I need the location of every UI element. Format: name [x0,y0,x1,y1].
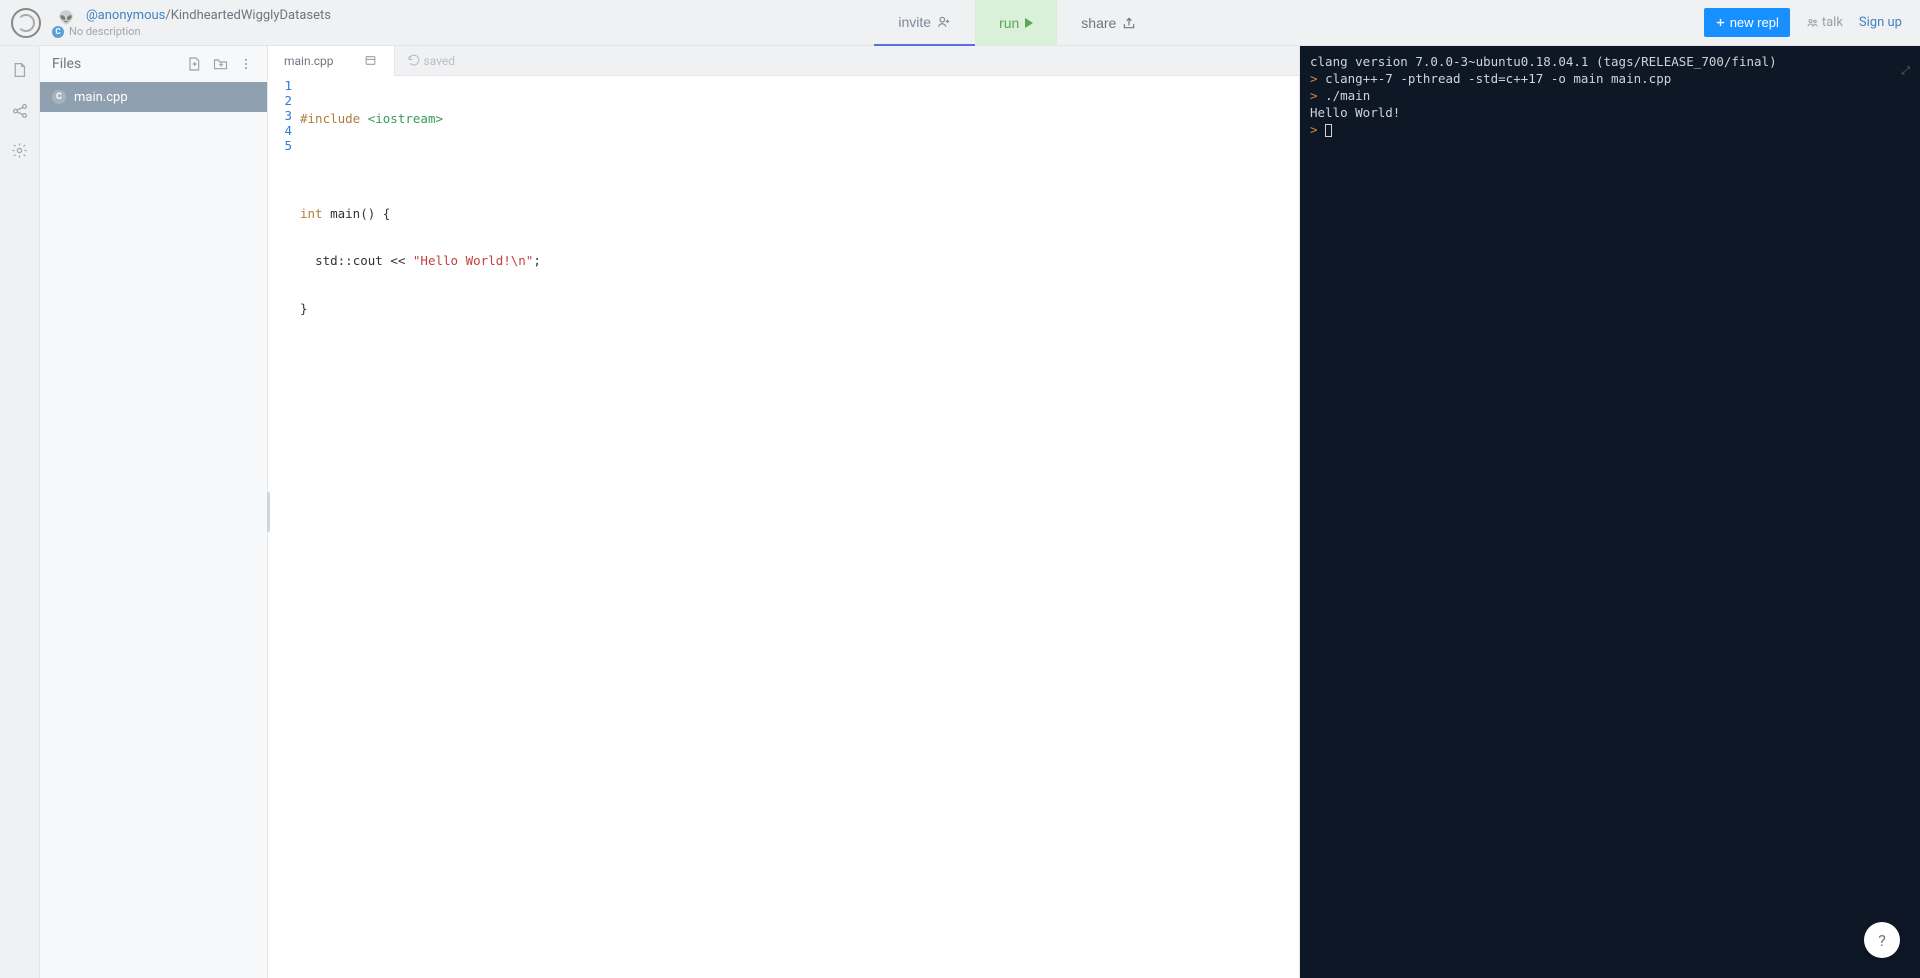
prompt-icon: > [1310,71,1325,86]
help-label: ? [1878,931,1886,950]
tab-menu-icon[interactable] [364,54,378,67]
saved-label: saved [424,54,456,68]
share-icon [1122,16,1136,30]
editor-column: main.cpp saved 1 2 3 4 5 #include <iostr… [268,46,1300,978]
logo[interactable] [0,8,52,38]
header-right: new repl talk Sign up [1704,8,1920,37]
files-title: Files [52,56,178,72]
icon-rail [0,46,40,978]
invite-label: invite [898,14,931,30]
history-icon [407,54,420,67]
new-repl-button[interactable]: new repl [1704,8,1790,37]
tab-label: main.cpp [284,54,334,68]
share-nodes-icon[interactable] [11,102,29,120]
file-item-main-cpp[interactable]: C main.cpp [40,82,267,112]
cursor [1325,124,1332,137]
new-repl-label: new repl [1730,15,1779,30]
main-area: Files C main.cpp main.cpp [0,46,1920,978]
talk-label: talk [1822,15,1843,30]
anonymous-icon [58,7,78,23]
header: @anonymous/KindheartedWigglyDatasets C N… [0,0,1920,46]
share-label: share [1081,15,1116,31]
play-icon [1025,18,1033,28]
repl-name[interactable]: KindheartedWigglyDatasets [171,8,331,23]
lang-c-icon: C [52,90,66,104]
term-line: clang++-7 -pthread -std=c++17 -o main ma… [1325,71,1671,86]
file-sidebar: Files C main.cpp [40,46,268,978]
line-gutter: 1 2 3 4 5 [268,76,300,978]
spiral-icon [11,8,41,38]
saved-indicator: saved [407,54,456,68]
talk-link[interactable]: talk [1806,15,1843,30]
expand-icon[interactable]: ⤢ [1901,64,1910,79]
share-button[interactable]: share [1057,0,1160,46]
tab-main-cpp[interactable]: main.cpp [268,46,395,76]
header-center-buttons: invite run share [874,0,1160,46]
files-header: Files [40,46,267,82]
people-icon [1806,17,1819,29]
gear-icon[interactable] [11,142,28,159]
plus-icon [1715,17,1726,28]
new-folder-icon[interactable] [210,54,231,74]
user-link[interactable]: @anonymous [86,8,165,23]
file-icon[interactable] [11,60,28,80]
repl-description: No description [69,25,141,38]
new-file-icon[interactable] [184,54,204,74]
help-button[interactable]: ? [1864,922,1900,958]
more-icon[interactable] [237,54,255,74]
invite-button[interactable]: invite [874,0,975,46]
run-label: run [999,15,1019,31]
add-user-icon [937,15,951,29]
file-item-name: main.cpp [74,90,128,105]
prompt-icon: > [1310,88,1325,103]
lang-c-icon: C [52,26,64,38]
prompt-icon: > [1310,122,1318,137]
term-line: ./main [1325,88,1370,103]
run-button[interactable]: run [975,0,1057,46]
term-line: Hello World! [1310,105,1910,122]
terminal[interactable]: ⤢ clang version 7.0.0-3~ubuntu0.18.04.1 … [1300,46,1920,978]
tab-bar: main.cpp saved [268,46,1299,76]
code-area[interactable]: #include <iostream> int main() { std::co… [300,76,1299,978]
term-line: clang version 7.0.0-3~ubuntu0.18.04.1 (t… [1310,54,1910,71]
repl-info: @anonymous/KindheartedWigglyDatasets C N… [52,7,331,38]
signup-link[interactable]: Sign up [1859,15,1902,30]
editor-body[interactable]: 1 2 3 4 5 #include <iostream> int main()… [268,76,1299,978]
